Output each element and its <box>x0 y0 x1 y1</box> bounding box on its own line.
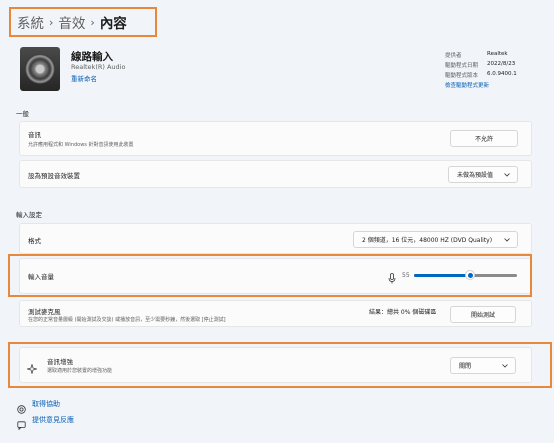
test-mic-card: 測試麥克風 在您的正常音量層級 (開始測試及交談) 或播放音訊，至少需要秒鐘，然… <box>19 300 532 327</box>
info-provider-label: 提供者 <box>445 53 462 59</box>
microphone-icon[interactable] <box>388 269 396 284</box>
format-title: 格式 <box>28 237 41 245</box>
default-device-dropdown[interactable]: 未做為預設值 <box>448 166 518 183</box>
audio-desc: 允許應用程式和 Windows 針對音訊使用此裝置 <box>28 142 134 148</box>
info-date-label: 驅動程式日期 <box>445 63 479 69</box>
chevron-right-icon: › <box>49 15 54 29</box>
help-icon <box>17 399 26 414</box>
device-name: 線路輸入 <box>71 51 113 63</box>
chevron-down-icon <box>503 171 511 179</box>
volume-slider-thumb[interactable] <box>465 270 475 280</box>
test-result: 結果：總共 0% 個磁碟區 <box>369 309 437 316</box>
test-mic-title: 測試麥克風 <box>28 308 61 316</box>
general-section-title: 一般 <box>16 110 29 118</box>
info-version-label: 驅動程式版本 <box>445 73 479 79</box>
audio-title: 音訊 <box>28 131 41 139</box>
rename-link[interactable]: 重新命名 <box>71 73 97 83</box>
default-device-value: 未做為預設值 <box>457 172 494 179</box>
info-provider-value: Realtek <box>487 51 508 57</box>
feedback-icon <box>17 415 26 431</box>
disallow-button[interactable]: 不允許 <box>450 130 518 147</box>
info-version-value: 6.0.9400.1 <box>487 71 517 77</box>
format-value: 2 個頻道，16 位元，48000 HZ (DVD Quality) <box>362 237 493 244</box>
breadcrumb-sound[interactable]: 音效 <box>58 12 85 32</box>
audio-allow-card: 音訊 允許應用程式和 Windows 針對音訊使用此裝置 不允許 <box>19 121 532 156</box>
info-date-value: 2022/8/23 <box>487 61 516 67</box>
give-feedback-link[interactable]: 提供意見反應 <box>32 415 74 425</box>
audio-enhance-highlight <box>8 342 552 388</box>
breadcrumb-system[interactable]: 系統 <box>17 12 44 32</box>
speaker-device-icon <box>20 47 60 91</box>
device-driver: Realtek(R) Audio <box>71 63 126 71</box>
start-test-button[interactable]: 開始測試 <box>450 306 516 323</box>
check-driver-update-link[interactable]: 檢查驅動程式更新 <box>445 81 489 89</box>
input-volume-value: 55 <box>402 272 410 279</box>
test-mic-desc: 在您的正常音量層級 (開始測試及交談) 或播放音訊，至少需要秒鐘，然後選取 [停… <box>28 317 226 323</box>
volume-slider-fill <box>414 274 470 277</box>
format-card: 格式 2 個頻道，16 位元，48000 HZ (DVD Quality) <box>19 223 532 254</box>
chevron-right-icon: › <box>90 15 95 29</box>
default-device-card: 設為預設音效裝置 未做為預設值 <box>19 160 532 188</box>
default-device-title: 設為預設音效裝置 <box>28 172 80 180</box>
breadcrumb: 系統 › 音效 › 內容 <box>9 7 157 37</box>
get-help-link[interactable]: 取得協助 <box>32 399 60 409</box>
breadcrumb-current: 內容 <box>99 16 127 32</box>
input-section-title: 輸入設定 <box>16 211 42 219</box>
format-dropdown[interactable]: 2 個頻道，16 位元，48000 HZ (DVD Quality) <box>353 231 518 248</box>
chevron-down-icon <box>503 236 511 244</box>
